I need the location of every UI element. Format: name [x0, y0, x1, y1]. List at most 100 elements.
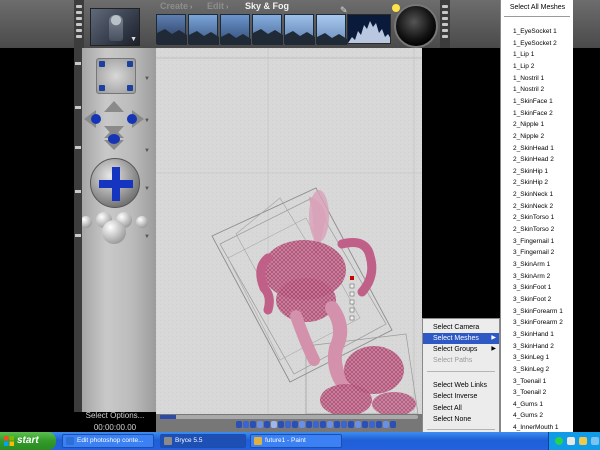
taskbar-button[interactable]: Bryce 5.5 — [160, 434, 246, 448]
timeline-slider[interactable] — [160, 415, 418, 419]
tray-app-icon[interactable] — [591, 437, 599, 445]
mesh-item[interactable]: 3_SkinLeg 1 — [513, 352, 573, 363]
mesh-item[interactable]: 3_SkinArm 2 — [513, 271, 573, 282]
taskbar-button[interactable]: future1 - Paint — [250, 434, 342, 448]
network-icon[interactable] — [555, 437, 563, 445]
select-all-meshes-item[interactable]: Select All Meshes — [501, 2, 574, 14]
mesh-item[interactable]: 4_Gums 1 — [513, 399, 573, 410]
playback-control-button[interactable] — [320, 421, 326, 428]
sky-preset-1[interactable] — [156, 14, 187, 45]
sky-preset-4[interactable] — [252, 14, 283, 45]
mesh-item[interactable]: 3_SkinFoot 1 — [513, 282, 573, 293]
sun-position-trackball[interactable] — [394, 4, 438, 48]
menu-create[interactable]: Create › — [160, 1, 192, 11]
mesh-item[interactable]: 2_SkinTorso 2 — [513, 224, 573, 235]
playback-control-button[interactable] — [369, 421, 375, 428]
playback-control-button[interactable] — [236, 421, 242, 428]
sky-fog-graph[interactable] — [347, 14, 391, 44]
camera-trackball[interactable] — [90, 158, 140, 208]
playback-control-button[interactable] — [362, 421, 368, 428]
mesh-item[interactable]: 3_SkinArm 1 — [513, 259, 573, 270]
selection-handle[interactable] — [349, 283, 355, 289]
selection-handle[interactable] — [349, 307, 355, 313]
selection-handle[interactable] — [349, 315, 355, 321]
mesh-item[interactable]: 3_SkinForearm 2 — [513, 317, 573, 328]
mesh-item[interactable]: 1_SkinFace 2 — [513, 108, 573, 119]
eyedropper-icon[interactable]: ✎ — [340, 5, 354, 15]
messenger-icon[interactable] — [579, 437, 587, 445]
playback-control-button[interactable] — [348, 421, 354, 428]
playback-control-button[interactable] — [243, 421, 249, 428]
playback-control-button[interactable] — [306, 421, 312, 428]
camera-tilt-cluster[interactable] — [88, 126, 140, 152]
panel-grip-icon[interactable]: ▼ — [144, 186, 154, 192]
volume-icon[interactable] — [567, 437, 575, 445]
playback-control-button[interactable] — [285, 421, 291, 428]
mesh-item[interactable]: 1_Lip 2 — [513, 61, 573, 72]
mesh-item[interactable]: 3_Fingernail 1 — [513, 236, 573, 247]
menu-item-select-all[interactable]: Select All — [423, 403, 499, 414]
select-options-label[interactable]: Select Options... — [74, 411, 156, 420]
start-button[interactable]: start — [0, 432, 56, 450]
mesh-item[interactable]: 1_SkinFace 1 — [513, 96, 573, 107]
sky-preset-5[interactable] — [284, 14, 315, 45]
mesh-item[interactable]: 3_Toenail 2 — [513, 387, 573, 398]
selection-handle[interactable] — [350, 276, 354, 280]
timeline-slider-knob[interactable] — [160, 415, 176, 419]
playback-control-button[interactable] — [257, 421, 263, 428]
playback-control-button[interactable] — [250, 421, 256, 428]
playback-control-button[interactable] — [376, 421, 382, 428]
mesh-item[interactable]: 1_Lip 1 — [513, 49, 573, 60]
playback-control-button[interactable] — [327, 421, 333, 428]
mesh-item[interactable]: 1_Nostril 2 — [513, 84, 573, 95]
nano-preview-thumbnail[interactable]: ▼ — [90, 8, 140, 46]
mesh-item[interactable]: 3_SkinLeg 2 — [513, 364, 573, 375]
playback-control-button[interactable] — [355, 421, 361, 428]
sky-preset-6[interactable] — [316, 14, 347, 45]
zoom-ball-small[interactable] — [136, 216, 148, 228]
playback-control-button[interactable] — [390, 421, 396, 428]
playback-control-button[interactable] — [334, 421, 340, 428]
menu-item-select-none[interactable]: Select None — [423, 414, 499, 425]
playback-control-button[interactable] — [299, 421, 305, 428]
mesh-item[interactable]: 2_SkinTorso 1 — [513, 212, 573, 223]
mesh-item[interactable]: 2_SkinHead 2 — [513, 154, 573, 165]
mesh-item[interactable]: 2_SkinNeck 1 — [513, 189, 573, 200]
panel-grip-icon[interactable]: ▼ — [144, 148, 154, 154]
sky-preset-3[interactable] — [220, 14, 251, 45]
menu-item-select-groups[interactable]: Select Groups ▶ — [423, 344, 499, 355]
zoom-ball-large[interactable] — [102, 220, 126, 244]
mesh-item[interactable]: 3_SkinHand 2 — [513, 341, 573, 352]
selection-handle[interactable] — [349, 291, 355, 297]
3d-viewport[interactable] — [156, 48, 422, 414]
playback-control-button[interactable] — [264, 421, 270, 428]
taskbar-button[interactable]: Edit photoshop conte... — [62, 434, 154, 448]
playback-control-button[interactable] — [278, 421, 284, 428]
sky-preset-2[interactable] — [188, 14, 219, 45]
menu-edit[interactable]: Edit › — [207, 1, 228, 11]
panel-grip-icon[interactable]: ▼ — [144, 118, 154, 124]
menu-item-select-camera[interactable]: Select Camera — [423, 322, 499, 333]
preview-menu-arrow-icon[interactable]: ▼ — [130, 36, 137, 43]
view-control-square[interactable] — [96, 58, 136, 94]
mesh-item[interactable]: 1_Nostril 1 — [513, 73, 573, 84]
mesh-item[interactable]: 4_Gums 2 — [513, 410, 573, 421]
playback-control-button[interactable] — [292, 421, 298, 428]
mesh-item[interactable]: 2_SkinHead 1 — [513, 143, 573, 154]
mesh-item[interactable]: 1_EyeSocket 2 — [513, 38, 573, 49]
mesh-item[interactable]: 2_SkinNeck 2 — [513, 201, 573, 212]
panel-grip-icon[interactable]: ▼ — [144, 234, 154, 240]
mesh-item[interactable]: 3_SkinHand 1 — [513, 329, 573, 340]
selection-handle[interactable] — [349, 299, 355, 305]
menu-item-select-web-links[interactable]: Select Web Links — [423, 380, 499, 391]
playback-control-button[interactable] — [271, 421, 277, 428]
playback-control-button[interactable] — [341, 421, 347, 428]
menu-sky-and-fog[interactable]: Sky & Fog — [245, 1, 289, 11]
menu-item-select-meshes[interactable]: Select Meshes ▶ — [423, 333, 499, 344]
mesh-item[interactable]: 3_Fingernail 2 — [513, 247, 573, 258]
playback-control-button[interactable] — [383, 421, 389, 428]
mesh-item[interactable]: 2_Nipple 1 — [513, 119, 573, 130]
rotate-up-arrow-icon[interactable] — [104, 101, 124, 112]
mesh-item[interactable]: 3_SkinFoot 2 — [513, 294, 573, 305]
mesh-item[interactable]: 2_SkinHip 2 — [513, 177, 573, 188]
